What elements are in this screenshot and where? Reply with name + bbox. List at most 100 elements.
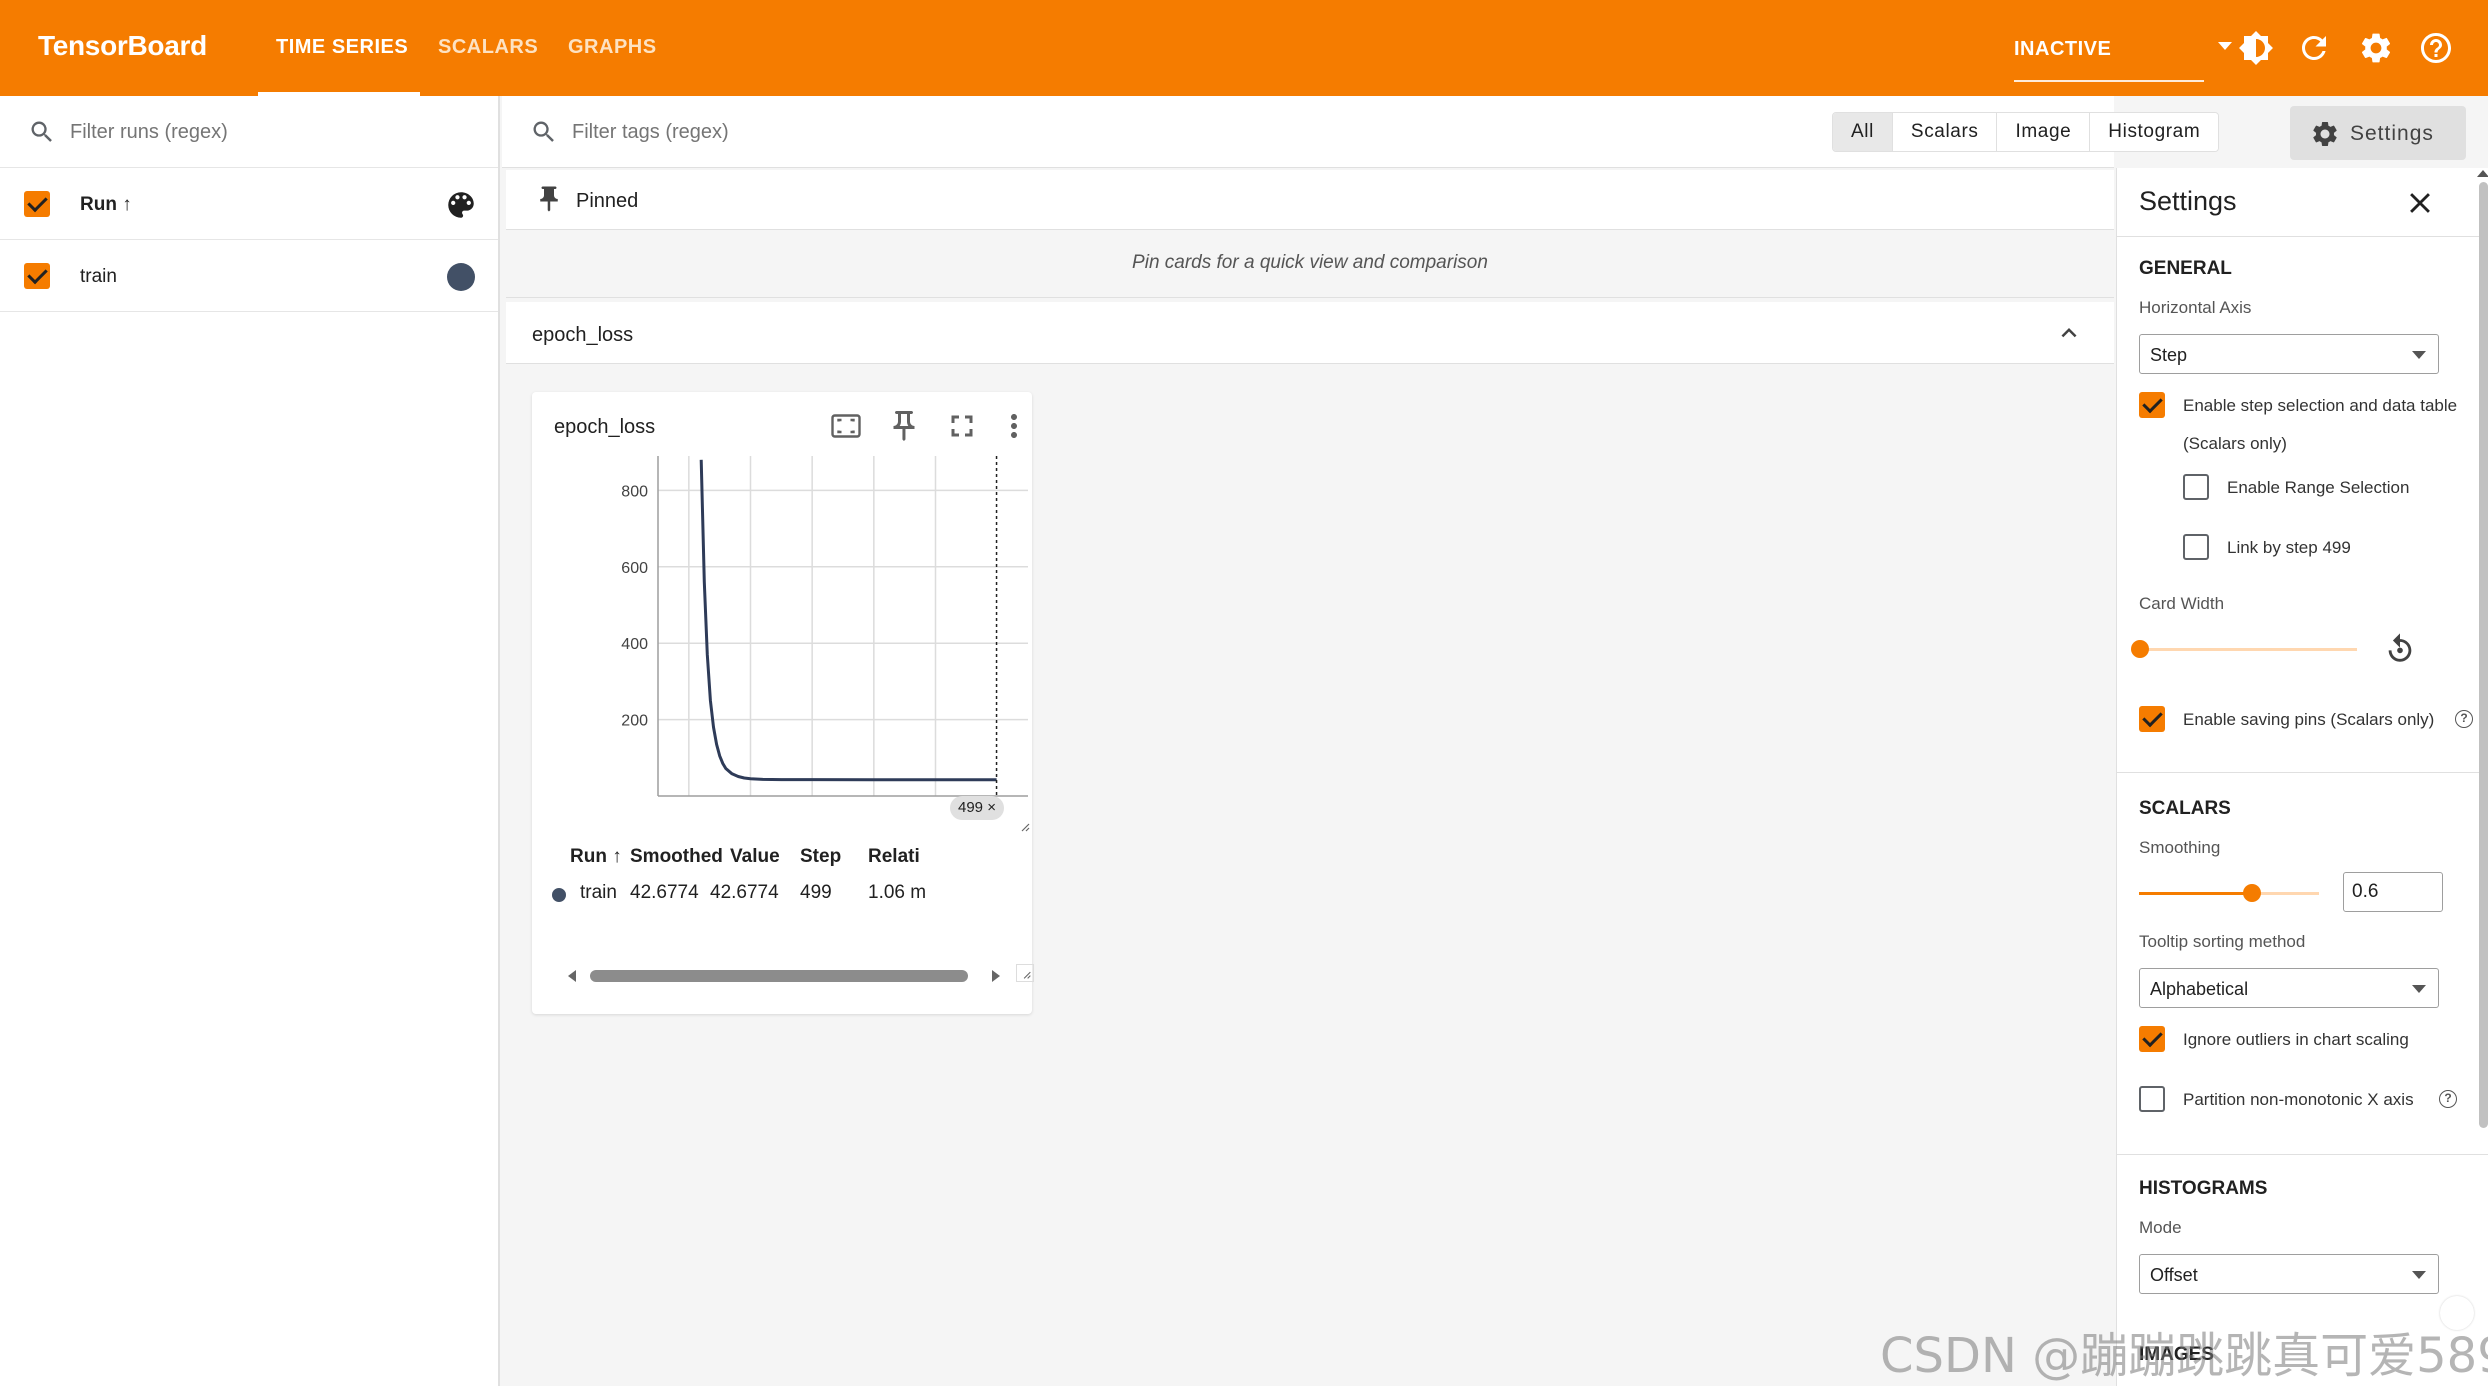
card-title: epoch_loss xyxy=(554,416,656,438)
enable-saving-pins-label: Enable saving pins (Scalars only) xyxy=(2183,710,2435,729)
column-header-smoothed[interactable]: Smoothed xyxy=(630,846,723,868)
pin-icon xyxy=(534,184,564,214)
palette-icon[interactable] xyxy=(444,188,478,222)
enable-saving-pins-checkbox[interactable] xyxy=(2139,706,2165,732)
main-content: All Scalars Image Histogram Settings Pin… xyxy=(502,96,2466,1386)
card-resize-icon[interactable] xyxy=(1016,964,1034,982)
watermark-text: CSDN @蹦蹦跳跳真可爱589 xyxy=(1880,1328,2488,1384)
chevron-down-icon xyxy=(2412,1271,2426,1279)
smoothing-label: Smoothing xyxy=(2139,838,2221,857)
tab-scalars[interactable]: SCALARS xyxy=(438,36,538,59)
help-icon[interactable] xyxy=(2418,30,2454,66)
settings-panel: Settings GENERAL Horizontal Axis Step En… xyxy=(2116,168,2488,1386)
assistant-logo-icon[interactable] xyxy=(2440,1296,2474,1330)
scroll-up-icon[interactable] xyxy=(2477,170,2488,177)
horizontal-axis-value: Step xyxy=(2150,345,2188,365)
partition-nonmonotonic-checkbox[interactable] xyxy=(2139,1086,2165,1112)
link-by-step-checkbox[interactable] xyxy=(2183,534,2209,560)
tab-graphs[interactable]: GRAPHS xyxy=(568,36,657,59)
pinned-section-header: Pinned xyxy=(506,170,2114,230)
help-icon[interactable]: ? xyxy=(2439,1090,2457,1108)
help-icon[interactable]: ? xyxy=(2455,710,2473,728)
runs-panel: Run ↑ train xyxy=(0,96,500,1386)
cell-value: 42.6774 xyxy=(710,882,779,903)
filter-image-button[interactable]: Image xyxy=(1996,113,2090,151)
card-width-slider-track[interactable] xyxy=(2137,648,2357,651)
search-icon xyxy=(28,118,56,146)
column-header-run[interactable]: Run ↑ xyxy=(570,846,622,868)
y-tick-label: 600 xyxy=(621,560,648,577)
enable-step-selection-label: Enable step selection and data table xyxy=(2183,396,2458,415)
settings-toggle-button[interactable]: Settings xyxy=(2290,106,2466,160)
scroll-left-icon[interactable] xyxy=(568,970,576,982)
scrollbar-thumb[interactable] xyxy=(590,970,968,982)
column-header-step[interactable]: Step xyxy=(800,846,841,868)
search-icon xyxy=(530,118,558,146)
chevron-up-icon[interactable] xyxy=(2054,318,2084,348)
plugin-select-dropdown[interactable]: INACTIVE xyxy=(2014,36,2232,82)
partition-nonmonotonic-label: Partition non-monotonic X axis xyxy=(2183,1090,2414,1109)
runs-filter-bar xyxy=(0,96,498,168)
column-header-relative[interactable]: Relati xyxy=(868,846,920,868)
run-row-train[interactable]: train xyxy=(0,240,498,312)
settings-scrollbar[interactable] xyxy=(2479,182,2488,1128)
histogram-mode-value: Offset xyxy=(2150,1265,2198,1285)
brand-logo-text[interactable]: TensorBoard xyxy=(38,30,207,62)
line-chart[interactable]: 0100200300400200400600800 xyxy=(532,452,1032,802)
close-icon[interactable] xyxy=(2403,186,2437,220)
card-width-label: Card Width xyxy=(2139,594,2225,613)
more-vert-icon[interactable] xyxy=(996,408,1032,444)
tooltip-sort-label: Tooltip sorting method xyxy=(2139,932,2306,951)
reset-icon[interactable] xyxy=(2383,632,2417,666)
cell-step: 499 xyxy=(800,882,832,903)
cell-run: train xyxy=(580,882,617,903)
tooltip-sort-select[interactable]: Alphabetical xyxy=(2139,968,2439,1008)
pinned-empty-hint: Pin cards for a quick view and compariso… xyxy=(506,232,2114,298)
filter-all-button[interactable]: All xyxy=(1833,113,1892,151)
tab-time-series[interactable]: TIME SERIES xyxy=(276,36,408,59)
column-header-value[interactable]: Value xyxy=(730,846,780,868)
scalar-card: epoch_loss 0100200300400200400600800 499… xyxy=(532,392,1034,1014)
plugin-type-filter: All Scalars Image Histogram xyxy=(1832,112,2220,152)
smoothing-slider-knob[interactable] xyxy=(2243,884,2261,902)
enable-step-selection-checkbox[interactable] xyxy=(2139,392,2165,418)
table-horizontal-scrollbar[interactable] xyxy=(552,962,1002,990)
card-width-slider-knob[interactable] xyxy=(2131,640,2149,658)
general-heading: GENERAL xyxy=(2139,258,2232,279)
card-group-header[interactable]: epoch_loss xyxy=(506,302,2114,364)
run-train-checkbox[interactable] xyxy=(24,263,50,289)
run-column-header[interactable]: Run ↑ xyxy=(80,194,132,216)
runs-filter-input[interactable] xyxy=(68,116,468,148)
smoothing-input[interactable] xyxy=(2343,872,2443,912)
filter-scalars-button[interactable]: Scalars xyxy=(1891,113,1997,151)
ignore-outliers-checkbox[interactable] xyxy=(2139,1026,2165,1052)
theme-toggle-icon[interactable] xyxy=(2238,30,2274,66)
horizontal-axis-label: Horizontal Axis xyxy=(2139,298,2252,317)
gear-icon xyxy=(2310,119,2340,149)
group-title: epoch_loss xyxy=(532,324,634,346)
fullscreen-icon[interactable] xyxy=(944,408,980,444)
enable-range-selection-label: Enable Range Selection xyxy=(2227,478,2410,497)
y-tick-label: 400 xyxy=(621,636,648,653)
refresh-icon[interactable] xyxy=(2296,30,2332,66)
filter-histogram-button[interactable]: Histogram xyxy=(2089,113,2219,151)
step-selector-chip[interactable]: 499 × xyxy=(950,796,1004,820)
histogram-mode-label: Mode xyxy=(2139,1218,2182,1237)
horizontal-axis-select[interactable]: Step xyxy=(2139,334,2439,374)
gear-icon[interactable] xyxy=(2358,30,2394,66)
settings-button-label: Settings xyxy=(2350,122,2434,145)
select-all-runs-checkbox[interactable] xyxy=(24,191,50,217)
pin-icon[interactable] xyxy=(886,408,922,444)
scroll-right-icon[interactable] xyxy=(992,970,1000,982)
resize-handle-icon[interactable] xyxy=(1020,822,1030,832)
scalars-heading: SCALARS xyxy=(2139,798,2231,819)
run-color-dot xyxy=(552,888,566,902)
histogram-mode-select[interactable]: Offset xyxy=(2139,1254,2439,1294)
top-app-bar: TensorBoard TIME SERIES SCALARS GRAPHS I… xyxy=(0,0,2488,96)
chevron-down-icon xyxy=(2218,42,2232,50)
fit-domain-icon[interactable] xyxy=(828,408,864,444)
run-color-swatch[interactable] xyxy=(447,263,475,291)
y-tick-label: 800 xyxy=(621,483,648,500)
enable-range-selection-checkbox[interactable] xyxy=(2183,474,2209,500)
tag-filter-input[interactable] xyxy=(570,116,1270,148)
